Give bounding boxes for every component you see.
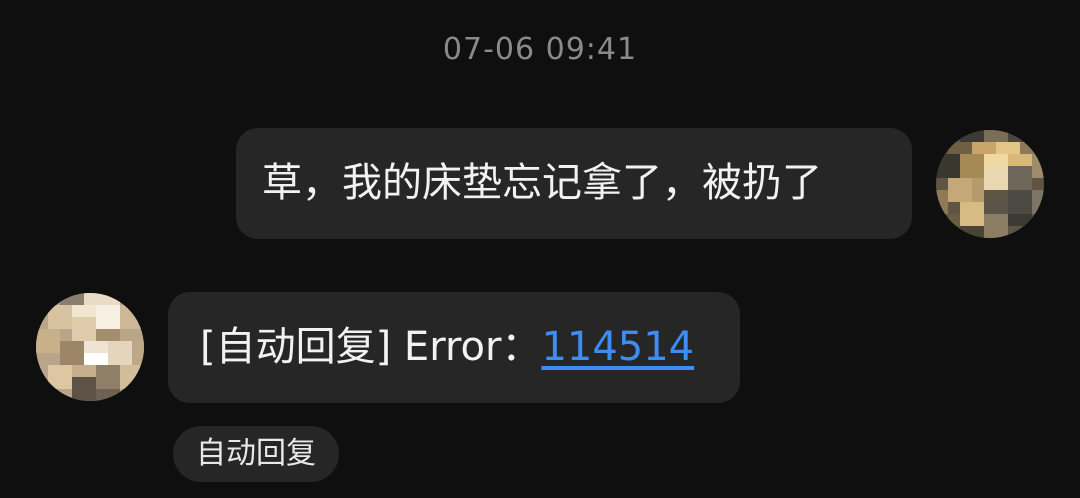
peer-avatar[interactable] — [36, 293, 144, 401]
outgoing-message-text: 草，我的床垫忘记拿了，被扔了 — [262, 160, 822, 206]
outgoing-message-bubble[interactable]: 草，我的床垫忘记拿了，被扔了 — [236, 128, 912, 239]
incoming-message-bubble[interactable]: [自动回复] Error：114514 — [168, 292, 740, 403]
pixelated-avatar-icon — [36, 293, 144, 401]
auto-reply-chip[interactable]: 自动回复 — [173, 426, 339, 482]
message-timestamp: 07-06 09:41 — [442, 32, 638, 67]
pixelated-avatar-icon — [936, 130, 1044, 238]
chat-screen: 07-06 09:41 草，我的床垫忘记拿了，被扔了 [自动回复] Error：… — [0, 0, 1080, 498]
incoming-message-prefix: [自动回复] Error： — [200, 324, 542, 370]
self-avatar[interactable] — [936, 130, 1044, 238]
error-code-link[interactable]: 114514 — [541, 324, 694, 370]
